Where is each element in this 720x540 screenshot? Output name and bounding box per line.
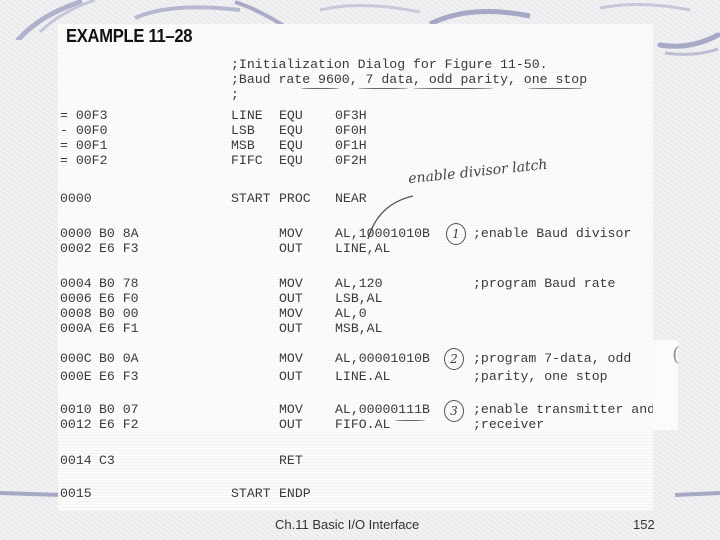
handwritten-circle-1: 1 xyxy=(446,223,466,245)
slide-page-number: 152 xyxy=(633,517,655,532)
scanned-code-listing-lower-content: 000C B0 0A MOV AL,00001010B ;program 7-d… xyxy=(58,340,653,511)
slide-footer-title: Ch.11 Basic I/O Interface xyxy=(275,517,420,532)
handwritten-note: enable divisor latch xyxy=(407,156,549,188)
header-comment: ;Baud rate 9600, 7 data, odd parity, one… xyxy=(231,72,588,87)
handwritten-underline xyxy=(395,420,425,421)
example-title: EXAMPLE 11–28 xyxy=(66,26,193,46)
handwritten-underline xyxy=(528,88,583,89)
header-comment: ; xyxy=(231,87,239,102)
handwritten-underline xyxy=(358,88,408,89)
handwritten-circle-2: 2 xyxy=(444,348,464,370)
handwritten-underline xyxy=(301,88,339,89)
handwritten-underline xyxy=(413,88,493,89)
handwritten-circle-3: 3 xyxy=(444,400,464,422)
header-comment: ;Initialization Dialog for Figure 11-50. xyxy=(231,57,548,72)
scan-artifact-paren: ( xyxy=(672,342,680,366)
